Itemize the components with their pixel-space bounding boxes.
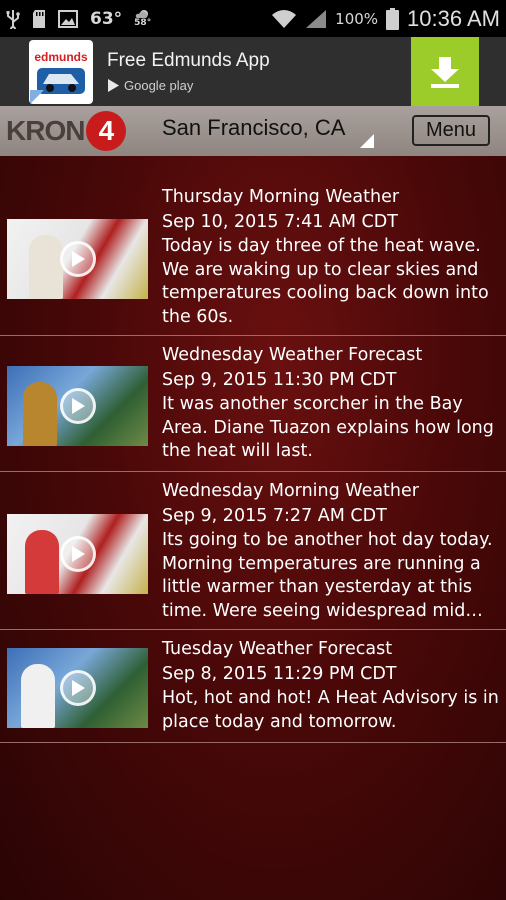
video-list-item[interactable]: Thursday Morning Weather Sep 10, 2015 7:… — [0, 180, 506, 336]
car-icon — [37, 67, 85, 94]
wifi-icon — [271, 9, 297, 29]
presenter-figure — [29, 235, 63, 299]
brand-text: KRON — [6, 115, 85, 146]
play-icon[interactable] — [60, 388, 96, 424]
status-bar: 63° 58° 100% 10:36 AM — [0, 0, 506, 37]
video-thumbnail[interactable] — [7, 219, 148, 299]
video-title: Wednesday Weather Forecast — [162, 345, 423, 365]
video-date: Sep 10, 2015 7:41 AM CDT — [162, 212, 398, 232]
video-title: Wednesday Morning Weather — [162, 481, 419, 501]
video-date: Sep 9, 2015 7:27 AM CDT — [162, 506, 387, 526]
video-list-item[interactable]: Tuesday Weather Forecast Sep 8, 2015 11:… — [0, 630, 506, 743]
play-icon[interactable] — [60, 241, 96, 277]
video-thumbnail[interactable] — [7, 648, 148, 728]
video-thumbnail[interactable] — [7, 514, 148, 594]
dropdown-corner-icon[interactable] — [360, 134, 374, 148]
weather-forecast: 58° — [134, 9, 151, 28]
ad-download-button[interactable] — [411, 37, 479, 106]
battery-icon — [386, 7, 400, 30]
play-store-icon — [108, 79, 119, 92]
play-icon[interactable] — [60, 670, 96, 706]
presenter-figure — [23, 382, 57, 446]
video-description: Hot, hot and hot! A Heat Advisory is in … — [162, 688, 499, 732]
video-description: Today is day three of the heat wave. We … — [162, 236, 489, 327]
ad-title[interactable]: Free Edmunds App — [107, 50, 270, 72]
brand-number: 4 — [86, 111, 127, 151]
ad-logo-text: edmunds — [34, 49, 88, 64]
sd-card-icon — [32, 9, 46, 29]
battery-percent: 100% — [335, 9, 379, 28]
presenter-figure — [21, 664, 55, 728]
video-description: Its going to be another hot day today. M… — [162, 530, 493, 621]
ad-banner[interactable]: edmunds Free Edmunds App Google play — [0, 37, 506, 106]
video-date: Sep 9, 2015 11:30 PM CDT — [162, 370, 397, 390]
forecast-temp-text: 58° — [134, 18, 152, 28]
signal-icon — [305, 9, 327, 29]
video-list-item[interactable]: Wednesday Morning Weather Sep 9, 2015 7:… — [0, 472, 506, 630]
location-selector[interactable]: San Francisco, CA — [162, 115, 345, 141]
video-thumbnail[interactable] — [7, 366, 148, 446]
video-date: Sep 8, 2015 11:29 PM CDT — [162, 664, 397, 684]
video-title: Tuesday Weather Forecast — [162, 639, 393, 659]
download-icon — [431, 56, 459, 88]
ad-info-icon[interactable] — [30, 90, 44, 104]
video-description: It was another scorcher in the Bay Area.… — [162, 394, 494, 461]
google-play-badge: Google play — [107, 78, 270, 93]
presenter-figure — [25, 530, 59, 594]
kron4-logo: KRON 4 — [6, 111, 127, 151]
app-header: KRON 4 San Francisco, CA Menu — [0, 106, 506, 156]
image-icon — [58, 9, 78, 28]
usb-icon — [6, 9, 20, 29]
ad-store-text: Google play — [124, 78, 194, 93]
play-icon[interactable] — [60, 536, 96, 572]
clock: 10:36 AM — [407, 5, 500, 31]
video-list-item[interactable]: Wednesday Weather Forecast Sep 9, 2015 1… — [0, 336, 506, 472]
menu-button[interactable]: Menu — [412, 115, 490, 146]
temperature-text: 63° — [90, 8, 123, 29]
video-title: Thursday Morning Weather — [162, 187, 400, 207]
